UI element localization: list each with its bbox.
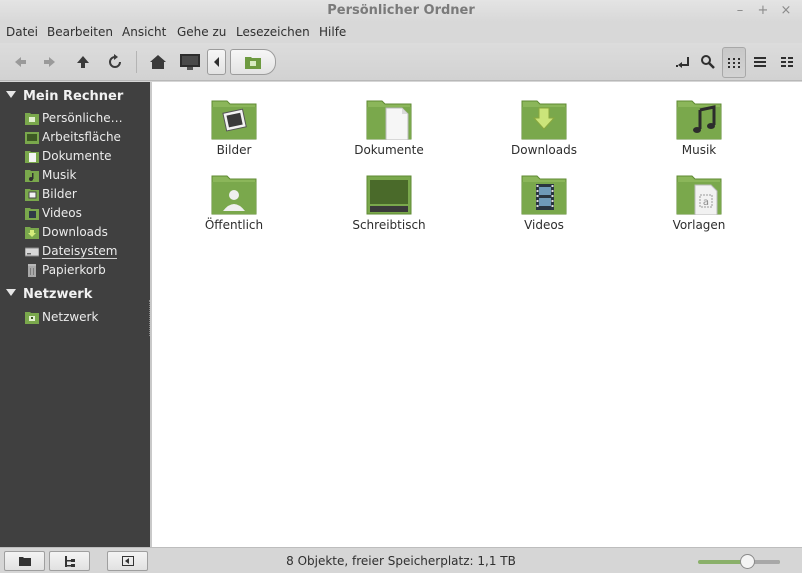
sidebar: Mein Rechner Persönliche… Arbeitsfläche … — [0, 82, 150, 547]
menu-bearbeiten[interactable]: Bearbeiten — [47, 25, 113, 39]
sidebar-item-downloads[interactable]: Downloads — [25, 223, 147, 241]
sidebar-item-music[interactable]: Musik — [25, 166, 147, 184]
public-folder-icon — [211, 173, 257, 215]
arrow-right-icon — [44, 57, 55, 67]
status-text: 8 Objekte, freier Speicherplatz: 1,1 TB — [286, 554, 516, 568]
sidebar-item-documents[interactable]: Dokumente — [25, 147, 147, 165]
videos-folder-icon — [25, 207, 39, 220]
downloads-folder-icon — [25, 226, 39, 239]
drive-icon — [25, 247, 39, 256]
expander-icon — [6, 289, 16, 296]
toolbar — [0, 43, 802, 81]
pictures-folder-icon — [25, 188, 39, 201]
sidebar-section-mein-rechner[interactable]: Mein Rechner — [6, 89, 123, 104]
sidebar-item-filesystem[interactable]: Dateisystem — [25, 242, 147, 260]
menu-hilfe[interactable]: Hilfe — [319, 25, 346, 39]
documents-folder-icon — [366, 98, 412, 141]
sidebar-item-videos[interactable]: Videos — [25, 204, 147, 222]
downloads-folder-icon — [521, 98, 567, 140]
list-view-button[interactable] — [748, 50, 772, 74]
compact-view-button[interactable] — [775, 50, 799, 74]
menu-bar: Datei Bearbeiten Ansicht Gehe zu Lesezei… — [0, 22, 802, 43]
home-button[interactable] — [146, 50, 170, 74]
sidebar-item-trash[interactable]: Papierkorb — [25, 261, 147, 279]
status-bar: 8 Objekte, freier Speicherplatz: 1,1 TB — [0, 547, 802, 573]
file-item-downloads[interactable]: Downloads — [484, 98, 604, 157]
grid-view-icon — [728, 58, 740, 68]
path-crumb-home[interactable] — [230, 49, 276, 75]
menu-gehe-zu[interactable]: Gehe zu — [177, 25, 226, 39]
search-icon — [701, 55, 715, 69]
home-icon — [150, 55, 166, 69]
chevron-left-icon — [213, 57, 219, 67]
file-item-oeffentlich[interactable]: Öffentlich — [174, 173, 294, 232]
home-folder-icon — [245, 57, 261, 69]
sidebar-item-network[interactable]: Netzwerk — [25, 308, 147, 326]
music-folder-icon — [25, 169, 39, 182]
file-item-vorlagen[interactable]: a Vorlagen — [639, 173, 759, 232]
monitor-icon — [180, 54, 200, 70]
arrow-left-icon — [15, 57, 26, 67]
sidebar-item-home[interactable]: Persönliche… — [25, 109, 147, 127]
arrow-up-icon — [77, 56, 89, 68]
expander-icon — [6, 91, 16, 98]
back-button[interactable] — [8, 50, 32, 74]
documents-folder-icon — [25, 150, 39, 163]
home-folder-icon — [25, 112, 39, 125]
svg-text:a: a — [703, 197, 709, 208]
videos-folder-icon — [521, 173, 567, 215]
music-folder-icon — [676, 98, 722, 140]
desktop-folder-icon — [25, 131, 39, 144]
pictures-folder-icon — [211, 98, 257, 140]
zoom-slider-handle[interactable] — [740, 554, 755, 569]
icon-view-icon-wrap — [722, 51, 746, 75]
compact-view-icon — [781, 57, 793, 67]
menu-datei[interactable]: Datei — [6, 25, 38, 39]
window-title: Persönlicher Ordner — [327, 3, 475, 18]
file-item-dokumente[interactable]: Dokumente — [329, 98, 449, 157]
search-button[interactable] — [696, 50, 720, 74]
desktop-folder-icon — [366, 173, 412, 215]
templates-folder-icon: a — [676, 173, 722, 216]
maximize-button[interactable]: + — [755, 3, 771, 19]
computer-button[interactable] — [178, 50, 202, 74]
trash-icon — [28, 263, 36, 277]
network-folder-icon — [25, 311, 39, 324]
close-button[interactable]: × — [778, 3, 794, 19]
sidebar-item-pictures[interactable]: Bilder — [25, 185, 147, 203]
minimize-button[interactable]: – — [732, 3, 748, 19]
path-toggle-button[interactable] — [207, 49, 226, 75]
menu-lesezeichen[interactable]: Lesezeichen — [236, 25, 310, 39]
reload-icon — [109, 54, 121, 68]
sidebar-section-netzwerk[interactable]: Netzwerk — [6, 287, 92, 302]
reload-button[interactable] — [103, 50, 127, 74]
title-bar: Persönlicher Ordner – + × — [0, 0, 802, 22]
menu-ansicht[interactable]: Ansicht — [122, 25, 166, 39]
file-item-bilder[interactable]: Bilder — [174, 98, 294, 157]
file-view: Bilder Dokumente Downloads Musik Öffentl… — [152, 82, 802, 547]
file-item-musik[interactable]: Musik — [639, 98, 759, 157]
file-item-schreibtisch[interactable]: Schreibtisch — [329, 173, 449, 232]
toggle-location-button[interactable] — [671, 50, 695, 74]
file-item-videos[interactable]: Videos — [484, 173, 604, 232]
forward-button[interactable] — [38, 50, 62, 74]
location-entry-icon — [676, 57, 689, 68]
list-view-icon — [754, 57, 766, 67]
sidebar-item-desktop[interactable]: Arbeitsfläche — [25, 128, 147, 146]
toolbar-separator — [136, 51, 137, 73]
up-button[interactable] — [71, 50, 95, 74]
